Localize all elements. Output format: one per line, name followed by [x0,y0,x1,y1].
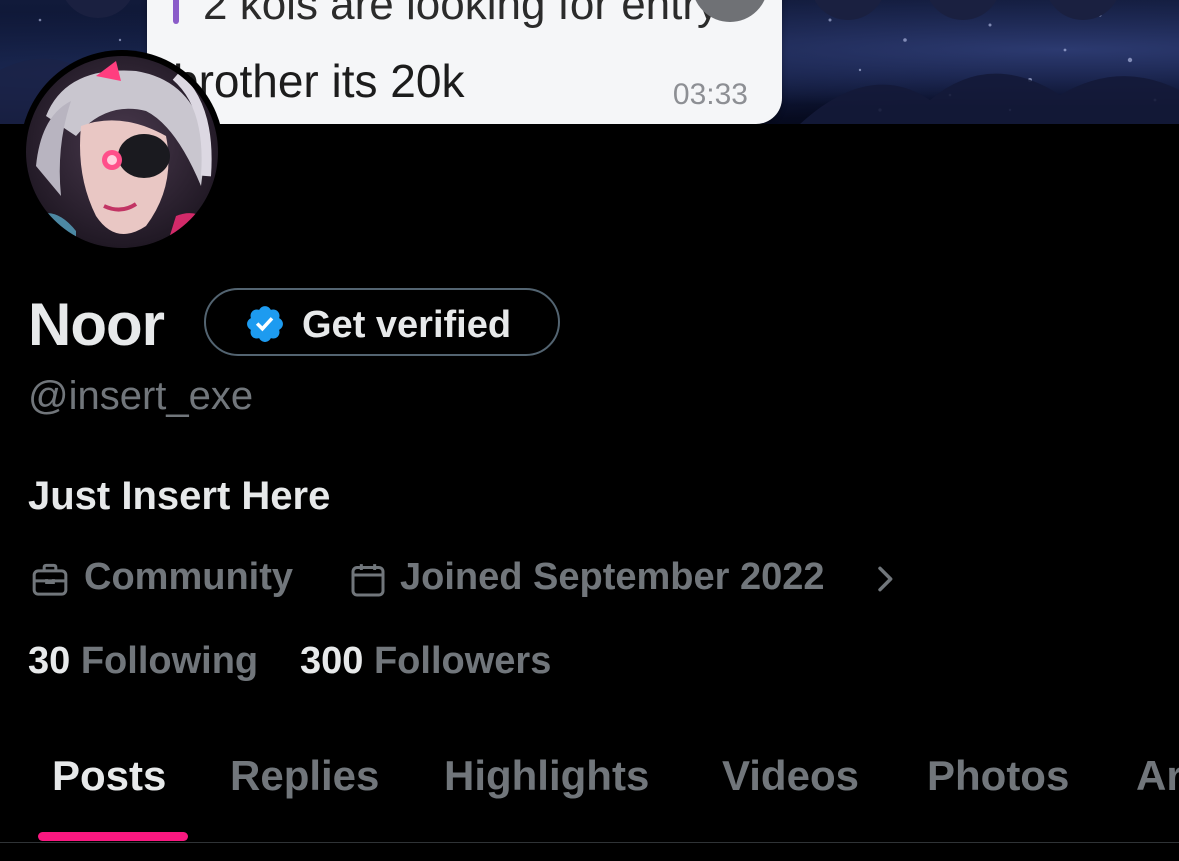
followers-link[interactable]: 300 Followers [300,640,551,683]
profile-handle: @insert_exe [28,374,254,418]
chevron-right-icon[interactable] [868,562,900,596]
following-label: Following [80,640,259,682]
chat-message-time: 03:33 [672,78,748,111]
tab-highlights[interactable]: Highlights [444,752,649,800]
following-link[interactable]: 30 Following [28,640,258,683]
profile-joined-date[interactable]: Joined September 2022 [400,556,825,599]
profile-category[interactable]: Community [84,556,293,599]
profile-bio: Just Insert Here [28,474,331,518]
get-verified-label: Get verified [302,304,512,346]
verified-badge-icon [247,306,283,342]
followers-count: 300 [300,640,364,682]
reply-quote-bar [173,0,179,24]
calendar-icon [351,564,385,597]
tab-posts[interactable]: Posts [52,752,166,800]
get-verified-button[interactable]: Get verified [204,288,560,356]
briefcase-icon [32,563,68,596]
tab-articles[interactable]: Ar [1136,752,1179,800]
tab-photos[interactable]: Photos [927,752,1069,800]
profile-name: Noor [28,291,165,358]
profile-avatar[interactable] [20,50,224,254]
active-tab-indicator [38,832,188,841]
following-count: 30 [28,640,71,682]
followers-label: Followers [373,640,552,682]
avatar-image [26,56,218,248]
tab-replies[interactable]: Replies [230,752,379,800]
quoted-message-text: 2 kols are looking for entry [203,0,720,29]
tab-videos[interactable]: Videos [722,752,859,800]
tab-divider [0,842,1179,843]
chat-message-bubble: 2 kols are looking for entry brother its… [147,0,782,124]
